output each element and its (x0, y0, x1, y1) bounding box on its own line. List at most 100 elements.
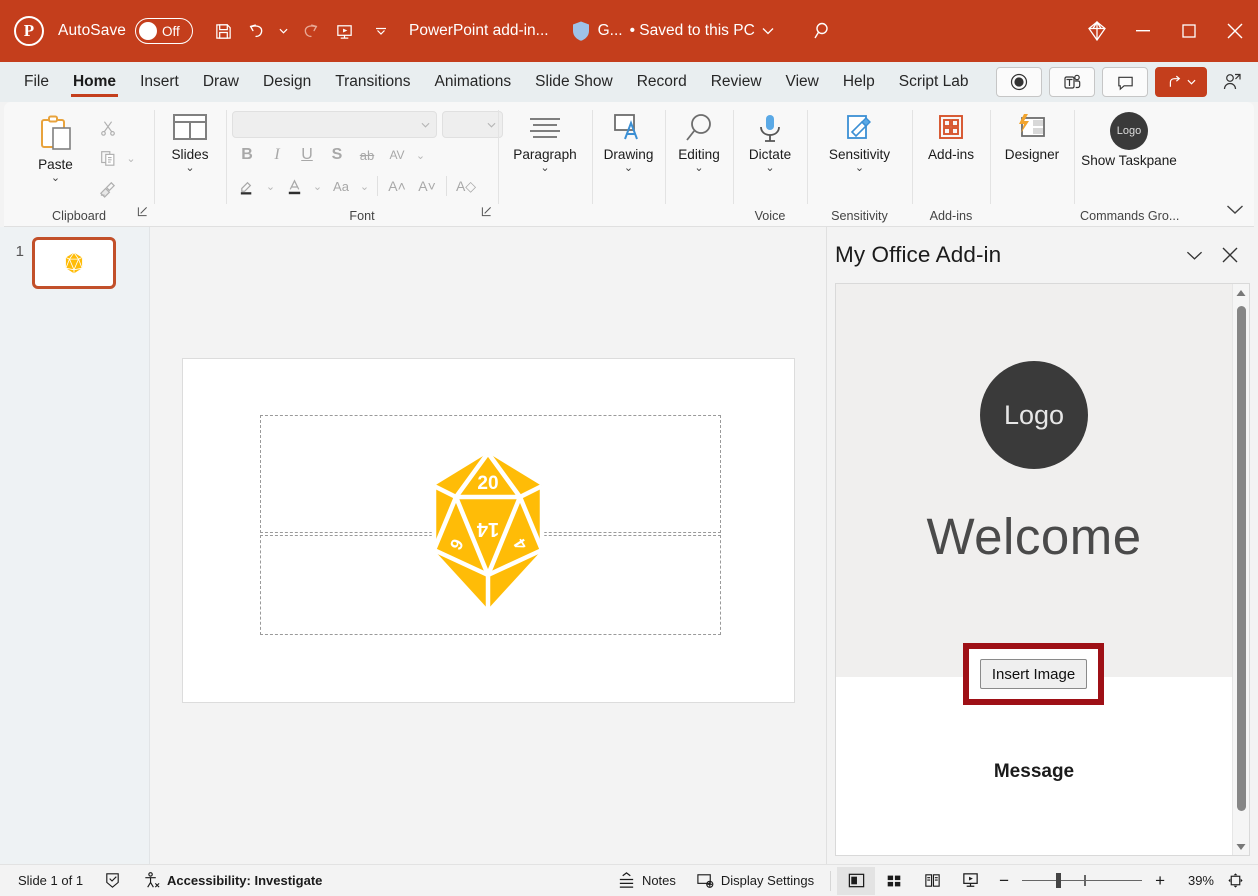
diamond-icon[interactable] (1074, 0, 1120, 62)
slide-thumbnail-1[interactable] (32, 237, 116, 289)
sensitivity-chip[interactable]: G... • Saved to this PC (571, 20, 774, 42)
tab-home[interactable]: Home (61, 62, 128, 102)
chevron-down-icon[interactable]: ⌄ (765, 162, 774, 173)
change-case-dropdown-icon[interactable]: ⌄ (356, 172, 373, 200)
inserted-image[interactable]: 20 14 6 4 (423, 447, 553, 615)
cut-icon[interactable] (93, 114, 123, 142)
text-highlight-color-button[interactable] (232, 172, 262, 200)
clipboard-dialog-launcher[interactable] (137, 204, 148, 222)
slides-button[interactable]: Slides ⌄ (157, 106, 223, 173)
close-window-button[interactable] (1212, 0, 1258, 62)
undo-icon[interactable] (241, 14, 273, 48)
chevron-down-icon[interactable]: ⌄ (624, 162, 633, 173)
font-color-button[interactable] (279, 172, 309, 200)
font-dialog-launcher[interactable] (481, 204, 492, 222)
scroll-up-arrow-icon[interactable] (1236, 284, 1246, 301)
scrollbar-thumb[interactable] (1237, 306, 1246, 811)
tab-help[interactable]: Help (831, 62, 887, 102)
customize-qat-icon[interactable] (372, 14, 389, 48)
strikethrough-button[interactable]: ab (352, 141, 382, 169)
format-painter-icon[interactable] (93, 174, 123, 202)
taskpane-close-icon[interactable] (1214, 239, 1246, 271)
chevron-down-icon[interactable]: ⌄ (694, 162, 703, 173)
display-settings-button[interactable]: Display Settings (686, 868, 824, 894)
copy-dropdown-icon[interactable]: ⌄ (123, 144, 140, 172)
notes-button[interactable]: Notes (607, 868, 686, 894)
show-taskpane-button[interactable]: Logo Show Taskpane (1077, 106, 1181, 169)
tab-file[interactable]: File (12, 62, 61, 102)
zoom-in-button[interactable]: + (1151, 871, 1169, 891)
slide-thumbnail-panel[interactable]: 1 (0, 227, 150, 864)
accessibility-status[interactable]: Accessibility: Investigate (132, 868, 332, 894)
spell-check-icon[interactable] (93, 868, 132, 894)
record-button[interactable] (996, 67, 1042, 97)
present-to-people-button[interactable] (1214, 67, 1250, 97)
tab-script-lab[interactable]: Script Lab (887, 62, 981, 102)
tab-animations[interactable]: Animations (422, 62, 523, 102)
maximize-window-button[interactable] (1166, 0, 1212, 62)
chevron-down-icon[interactable]: ⌄ (540, 162, 549, 173)
fit-to-window-icon[interactable] (1223, 872, 1250, 889)
document-title[interactable]: PowerPoint add-in... (409, 22, 549, 40)
paragraph-button[interactable]: Paragraph ⌄ (501, 106, 589, 173)
sensitivity-button[interactable]: Sensitivity ⌄ (810, 106, 910, 173)
slide-show-button[interactable] (951, 867, 989, 895)
taskpane-options-chevron-down-icon[interactable] (1178, 239, 1210, 271)
increase-font-size-button[interactable]: A˄ (382, 172, 412, 200)
search-icon[interactable] (802, 14, 842, 48)
collapse-ribbon-button[interactable] (1226, 202, 1244, 220)
font-size-input[interactable] (442, 111, 503, 138)
chevron-down-icon[interactable]: ⌄ (855, 162, 864, 173)
copy-icon[interactable] (93, 144, 123, 172)
font-color-dropdown-icon[interactable]: ⌄ (309, 172, 326, 200)
zoom-percent-label[interactable]: 39% (1178, 873, 1214, 888)
editing-button[interactable]: Editing ⌄ (667, 106, 731, 173)
slide-sorter-view-button[interactable] (875, 867, 913, 895)
decrease-font-size-button[interactable]: A˅ (412, 172, 442, 200)
minimize-window-button[interactable] (1120, 0, 1166, 62)
zoom-out-button[interactable]: − (995, 871, 1013, 891)
slide-count-label[interactable]: Slide 1 of 1 (8, 868, 93, 894)
zoom-slider-handle[interactable] (1055, 873, 1061, 888)
tab-draw[interactable]: Draw (191, 62, 251, 102)
italic-button[interactable]: I (262, 141, 292, 169)
taskpane-scrollbar[interactable] (1232, 284, 1249, 855)
tab-transitions[interactable]: Transitions (323, 62, 422, 102)
dictate-button[interactable]: Dictate ⌄ (735, 106, 805, 173)
bold-button[interactable]: B (232, 141, 262, 169)
slide-canvas[interactable]: 20 14 6 4 (181, 358, 795, 703)
scroll-down-arrow-icon[interactable] (1236, 838, 1246, 855)
autosave-toggle[interactable]: Off (135, 18, 194, 44)
tab-slide-show[interactable]: Slide Show (523, 62, 625, 102)
save-icon[interactable] (207, 14, 239, 48)
tab-view[interactable]: View (774, 62, 831, 102)
text-shadow-button[interactable]: S (322, 141, 352, 169)
chevron-down-icon[interactable]: ⌄ (185, 162, 194, 173)
add-ins-button[interactable]: Add-ins (914, 106, 988, 163)
character-spacing-dropdown-icon[interactable]: ⌄ (412, 141, 429, 169)
chevron-down-icon[interactable]: ⌄ (51, 172, 60, 183)
tab-record[interactable]: Record (625, 62, 699, 102)
paste-button[interactable]: Paste ⌄ (19, 106, 93, 183)
reading-view-button[interactable] (913, 867, 951, 895)
insert-image-button[interactable]: Insert Image (979, 659, 1088, 689)
underline-button[interactable]: U (292, 141, 322, 169)
change-case-button[interactable]: Aa (326, 172, 356, 200)
start-presentation-icon[interactable] (328, 14, 360, 48)
zoom-slider[interactable] (1022, 872, 1143, 890)
tab-review[interactable]: Review (699, 62, 774, 102)
share-button[interactable] (1155, 67, 1207, 97)
drawing-button[interactable]: Drawing ⌄ (594, 106, 664, 173)
clear-formatting-button[interactable]: A◇ (451, 172, 481, 200)
highlight-color-dropdown-icon[interactable]: ⌄ (262, 172, 279, 200)
character-spacing-button[interactable]: AV (382, 141, 412, 169)
font-name-input[interactable] (232, 111, 437, 138)
comments-button[interactable] (1102, 67, 1148, 97)
tab-insert[interactable]: Insert (128, 62, 191, 102)
tab-design[interactable]: Design (251, 62, 323, 102)
undo-dropdown-icon[interactable] (275, 14, 292, 48)
teams-button[interactable] (1049, 67, 1095, 97)
slide-editing-stage[interactable]: 20 14 6 4 (150, 227, 826, 864)
normal-view-button[interactable] (837, 866, 876, 895)
designer-button[interactable]: Designer (992, 106, 1072, 163)
